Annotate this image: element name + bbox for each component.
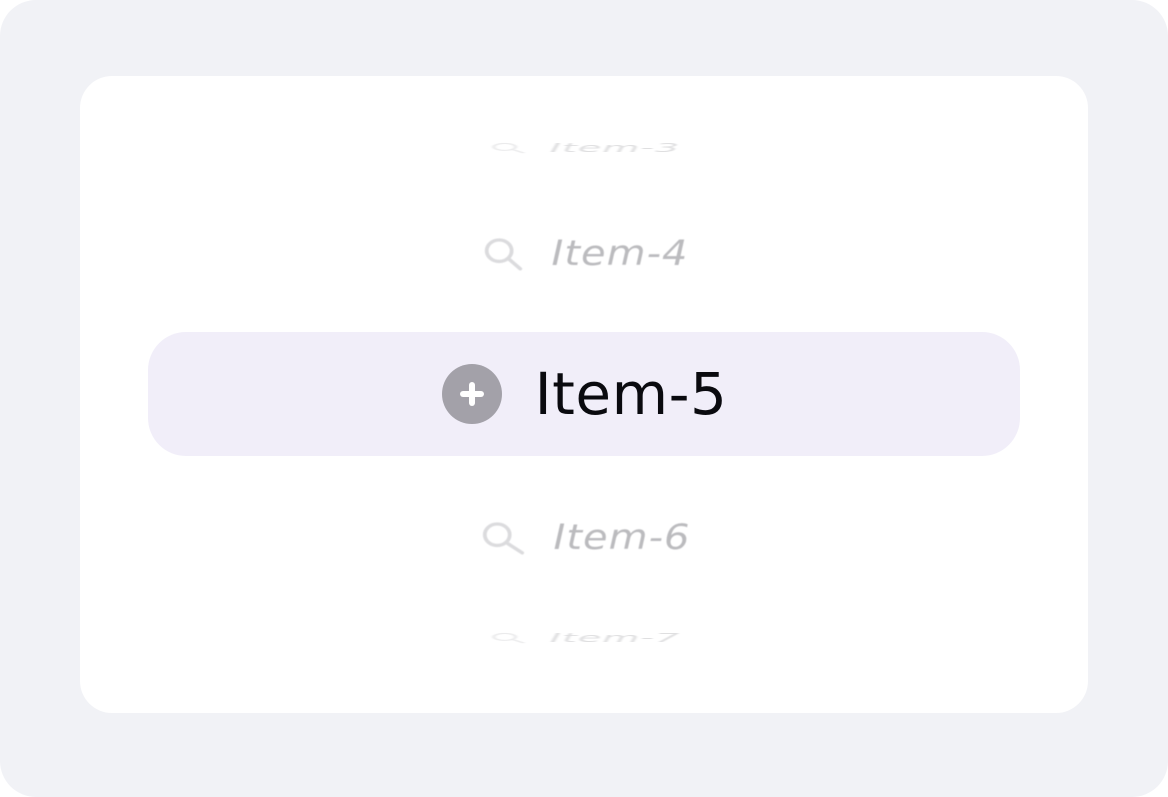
picker-item-5-selected[interactable]: Item-5 xyxy=(80,360,1088,428)
search-icon xyxy=(478,518,528,558)
picker-card: Item-3 Item-4 Item-5 Item-6 Item-7 xyxy=(80,76,1088,713)
picker-item-label: Item-7 xyxy=(549,630,681,646)
page-frame: Item-3 Item-4 Item-5 Item-6 Item-7 xyxy=(0,0,1168,797)
picker-item-label: Item-6 xyxy=(553,518,691,558)
picker-item-7[interactable]: Item-7 xyxy=(80,630,1088,646)
add-circle-icon xyxy=(441,363,503,425)
picker-item-label: Item-5 xyxy=(534,360,728,428)
search-icon xyxy=(488,632,528,645)
picker-item-label: Item-3 xyxy=(549,140,681,156)
picker-item-label: Item-4 xyxy=(551,234,689,274)
search-icon xyxy=(488,142,528,155)
picker-item-6[interactable]: Item-6 xyxy=(80,514,1088,562)
picker-item-4[interactable]: Item-4 xyxy=(80,230,1088,278)
search-icon xyxy=(480,234,526,274)
picker-item-3[interactable]: Item-3 xyxy=(80,140,1088,156)
